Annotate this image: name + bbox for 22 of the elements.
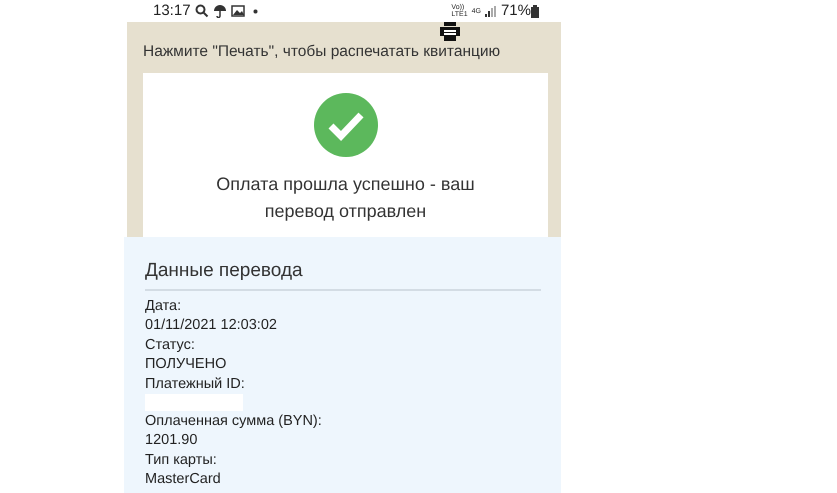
image-icon [230,5,245,17]
check-icon [314,93,378,158]
field-label: Платежный ID: [145,374,246,394]
search-icon [194,4,209,18]
field-label: Оплаченная сумма (BYN): [145,412,323,430]
field-value: 1201.90 [145,430,198,450]
battery-icon [531,4,539,18]
field-label: Тип карты: [145,450,218,470]
field-value: 01/11/2021 12:03:02 [145,316,278,334]
battery-level: 71% [500,0,531,21]
details-heading: Данные перевода [145,257,541,290]
dot-icon [252,8,258,14]
umbrella-icon [212,4,227,18]
field-label: Статус: [145,336,196,354]
print-hint: Нажмите "Печать", чтобы распечатать квитанцию [143,42,502,62]
signal-icon [484,6,497,16]
field-label: Дата: [145,296,182,316]
clock-time: 13:17 [153,0,191,21]
printer-icon[interactable] [439,22,461,42]
field-value: MasterCard [145,470,222,488]
success-message: Оплата прошла успешно - ваш перевод отправлен [215,173,476,224]
field-value: ПОЛУЧЕНО [145,354,228,374]
